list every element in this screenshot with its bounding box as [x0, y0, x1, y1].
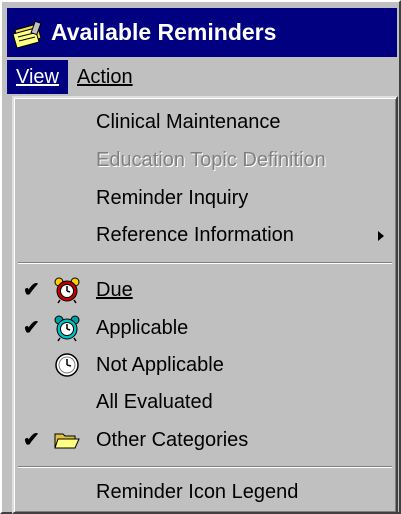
check-mark-icon: ✔: [23, 429, 40, 451]
menu-action-label: Action: [77, 66, 133, 88]
menu-item-all-evaluated[interactable]: All Evaluated: [14, 384, 396, 420]
menu-item-label: All Evaluated: [96, 391, 213, 413]
title-bar[interactable]: Available Reminders: [7, 8, 397, 57]
clock-icon: [53, 351, 81, 379]
menu-bar: View Action: [7, 60, 397, 94]
menu-separator: [18, 466, 392, 468]
menu-item-label: Not Applicable: [96, 354, 224, 376]
menu-item-not-applicable[interactable]: Not Applicable: [14, 347, 396, 383]
menu-item-reminder-icon-legend[interactable]: Reminder Icon Legend: [14, 474, 396, 510]
window-title: Available Reminders: [51, 19, 277, 45]
menu-view[interactable]: View: [7, 60, 68, 94]
menu-item-other-categories[interactable]: ✔ Other Categories: [14, 422, 396, 458]
menu-item-label: Due: [96, 279, 133, 301]
notepad-icon: [11, 18, 45, 49]
menu-item-label: Reminder Inquiry: [96, 187, 249, 209]
folder-open-icon: [53, 426, 81, 454]
menu-separator: [18, 262, 392, 264]
menu-item-applicable[interactable]: ✔ Applicable: [14, 310, 396, 346]
menu-item-reminder-inquiry[interactable]: Reminder Inquiry: [14, 180, 396, 216]
alarm-clock-red-icon: [53, 276, 81, 304]
menu-item-education-topic-definition: Education Topic Definition: [14, 142, 396, 178]
available-reminders-window: Available Reminders View Action Clinical…: [0, 0, 401, 514]
menu-item-clinical-maintenance[interactable]: Clinical Maintenance: [14, 104, 396, 140]
menu-item-due[interactable]: ✔ Due: [14, 272, 396, 308]
view-dropdown-menu: Clinical Maintenance Education Topic Def…: [12, 96, 398, 514]
submenu-arrow-icon: [378, 231, 384, 241]
menu-item-label: Clinical Maintenance: [96, 111, 281, 133]
menu-item-label: Education Topic Definition: [96, 149, 326, 171]
menu-action[interactable]: Action: [68, 60, 142, 94]
menu-item-label: Other Categories: [96, 429, 249, 451]
check-mark-icon: ✔: [23, 279, 40, 301]
menu-view-label: View: [16, 66, 59, 88]
menu-item-label: Reference Information: [96, 224, 294, 246]
alarm-clock-teal-icon: [53, 314, 81, 342]
menu-item-label: Reminder Icon Legend: [96, 481, 299, 503]
check-mark-icon: ✔: [23, 317, 40, 339]
menu-item-label: Applicable: [96, 317, 189, 339]
menu-item-reference-information[interactable]: Reference Information: [14, 217, 396, 253]
